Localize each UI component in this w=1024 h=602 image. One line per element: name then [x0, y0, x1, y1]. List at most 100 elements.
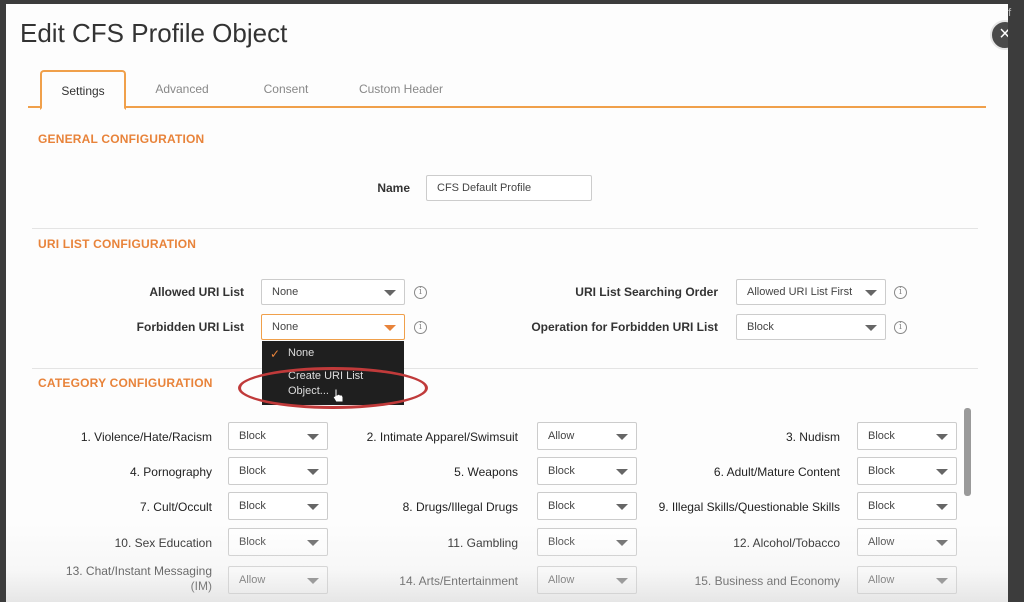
close-icon[interactable]: × — [990, 20, 1008, 50]
category-action-value: Block — [868, 465, 895, 477]
operation-for-forbidden-uri-list-label: Operation for Forbidden URI List — [531, 320, 718, 334]
dialog-title: Edit CFS Profile Object — [20, 18, 288, 48]
allowed-uri-list-value: None — [272, 286, 299, 298]
operation-for-forbidden-uri-list-select[interactable]: Block — [736, 314, 886, 340]
scrollbar[interactable] — [964, 408, 971, 496]
chevron-down-icon — [936, 434, 948, 440]
category-action-select[interactable]: Allow — [857, 566, 957, 594]
allowed-uri-list-label: Allowed URI List — [149, 285, 244, 299]
category-label: 9. Illegal Skills/Questionable Skills — [658, 500, 840, 514]
category-action-value: Block — [868, 430, 895, 442]
category-action-select[interactable]: Block — [537, 528, 637, 556]
operation-for-forbidden-uri-list-value: Block — [747, 321, 774, 333]
dropdown-option-label: Object... — [288, 385, 329, 397]
uri-list-searching-order-select[interactable]: Allowed URI List First — [736, 279, 886, 305]
chevron-down-icon — [865, 325, 877, 331]
general-configuration-heading: GENERAL CONFIGURATION — [38, 132, 205, 146]
category-label: 12. Alcohol/Tobacco — [733, 536, 840, 550]
category-action-value: Allow — [548, 430, 575, 442]
category-action-value: Allow — [868, 536, 895, 548]
category-action-select[interactable]: Allow — [537, 422, 637, 450]
category-action-select[interactable]: Block — [857, 457, 957, 485]
chevron-down-icon — [384, 290, 396, 296]
category-action-value: Block — [239, 465, 266, 477]
uri-list-searching-order-value: Allowed URI List First — [747, 286, 853, 298]
category-action-value: Block — [548, 500, 575, 512]
category-action-select[interactable]: Block — [537, 492, 637, 520]
category-label: 6. Adult/Mature Content — [713, 465, 840, 479]
chevron-down-icon — [616, 540, 628, 546]
dropdown-option-label: Create URI List — [288, 370, 364, 382]
category-action-value: Allow — [548, 574, 575, 586]
category-action-value: Allow — [239, 574, 266, 586]
category-action-select[interactable]: Allow — [857, 528, 957, 556]
chevron-down-icon — [384, 325, 396, 331]
category-action-select[interactable]: Block — [228, 492, 328, 520]
uri-list-searching-order-label: URI List Searching Order — [575, 285, 718, 299]
category-label: 3. Nudism — [785, 430, 840, 444]
name-input[interactable]: CFS Default Profile — [426, 175, 592, 201]
category-action-select[interactable]: Block — [537, 457, 637, 485]
category-label: 10. Sex Education — [114, 536, 212, 550]
chevron-down-icon — [936, 469, 948, 475]
tab-custom-header[interactable]: Custom Header — [346, 70, 456, 108]
chevron-down-icon — [936, 504, 948, 510]
chevron-down-icon — [616, 434, 628, 440]
forbidden-uri-list-select[interactable]: None — [261, 314, 405, 340]
chevron-down-icon — [307, 504, 319, 510]
category-label: 11. Gambling — [447, 536, 518, 550]
chevron-down-icon — [307, 469, 319, 475]
name-label: Name — [377, 181, 410, 195]
category-label: 2. Intimate Apparel/Swimsuit — [366, 430, 518, 444]
category-action-select[interactable]: Block — [857, 492, 957, 520]
section-divider — [32, 228, 978, 229]
info-icon[interactable]: i — [414, 321, 427, 334]
category-action-value: Block — [239, 500, 266, 512]
chevron-down-icon — [865, 290, 877, 296]
chevron-down-icon — [307, 434, 319, 440]
category-action-select[interactable]: Block — [228, 457, 328, 485]
chevron-down-icon — [307, 540, 319, 546]
category-action-select[interactable]: Block — [228, 422, 328, 450]
hand-cursor-icon — [332, 388, 344, 403]
tab-bar: Settings Advanced Consent Custom Header — [28, 70, 986, 110]
info-icon[interactable]: i — [894, 286, 907, 299]
category-action-value: Block — [548, 536, 575, 548]
category-configuration-heading: CATEGORY CONFIGURATION — [38, 376, 213, 390]
chevron-down-icon — [936, 540, 948, 546]
category-action-select[interactable]: Block — [228, 528, 328, 556]
category-label: 8. Drugs/Illegal Drugs — [402, 500, 518, 514]
dropdown-option-none[interactable]: ✓ None — [262, 347, 404, 361]
category-label: 5. Weapons — [454, 465, 518, 479]
category-action-value: Block — [868, 500, 895, 512]
checkmark-icon: ✓ — [270, 347, 281, 361]
forbidden-uri-list-value: None — [272, 321, 299, 333]
section-divider — [32, 368, 978, 369]
chevron-down-icon — [616, 469, 628, 475]
tab-consent[interactable]: Consent — [246, 70, 326, 108]
allowed-uri-list-select[interactable]: None — [261, 279, 405, 305]
category-action-select[interactable]: Block — [857, 422, 957, 450]
category-label: 4. Pornography — [129, 465, 212, 479]
category-label: 14. Arts/Entertainment — [399, 574, 518, 588]
category-action-select[interactable]: Allow — [537, 566, 637, 594]
edit-cfs-profile-dialog: Edit CFS Profile Object Settings Advance… — [6, 4, 1008, 602]
category-label: 15. Business and Economy — [694, 574, 840, 588]
category-label: 7. Cult/Occult — [139, 500, 212, 514]
tab-settings[interactable]: Settings — [40, 70, 126, 110]
category-action-value: Allow — [868, 574, 895, 586]
category-action-value: Block — [239, 536, 266, 548]
uri-list-configuration-heading: URI LIST CONFIGURATION — [38, 237, 197, 251]
category-action-select[interactable]: Allow — [228, 566, 328, 594]
chevron-down-icon — [616, 504, 628, 510]
category-action-value: Block — [239, 430, 266, 442]
dropdown-option-label: None — [288, 347, 315, 359]
forbidden-uri-list-label: Forbidden URI List — [136, 320, 244, 334]
category-action-value: Block — [548, 465, 575, 477]
chevron-down-icon — [616, 578, 628, 584]
category-label: 1. Violence/Hate/Racism — [80, 430, 212, 444]
tab-advanced[interactable]: Advanced — [142, 70, 222, 108]
info-icon[interactable]: i — [894, 321, 907, 334]
category-label: 13. Chat/Instant Messaging (IM) — [65, 564, 212, 593]
info-icon[interactable]: i — [414, 286, 427, 299]
